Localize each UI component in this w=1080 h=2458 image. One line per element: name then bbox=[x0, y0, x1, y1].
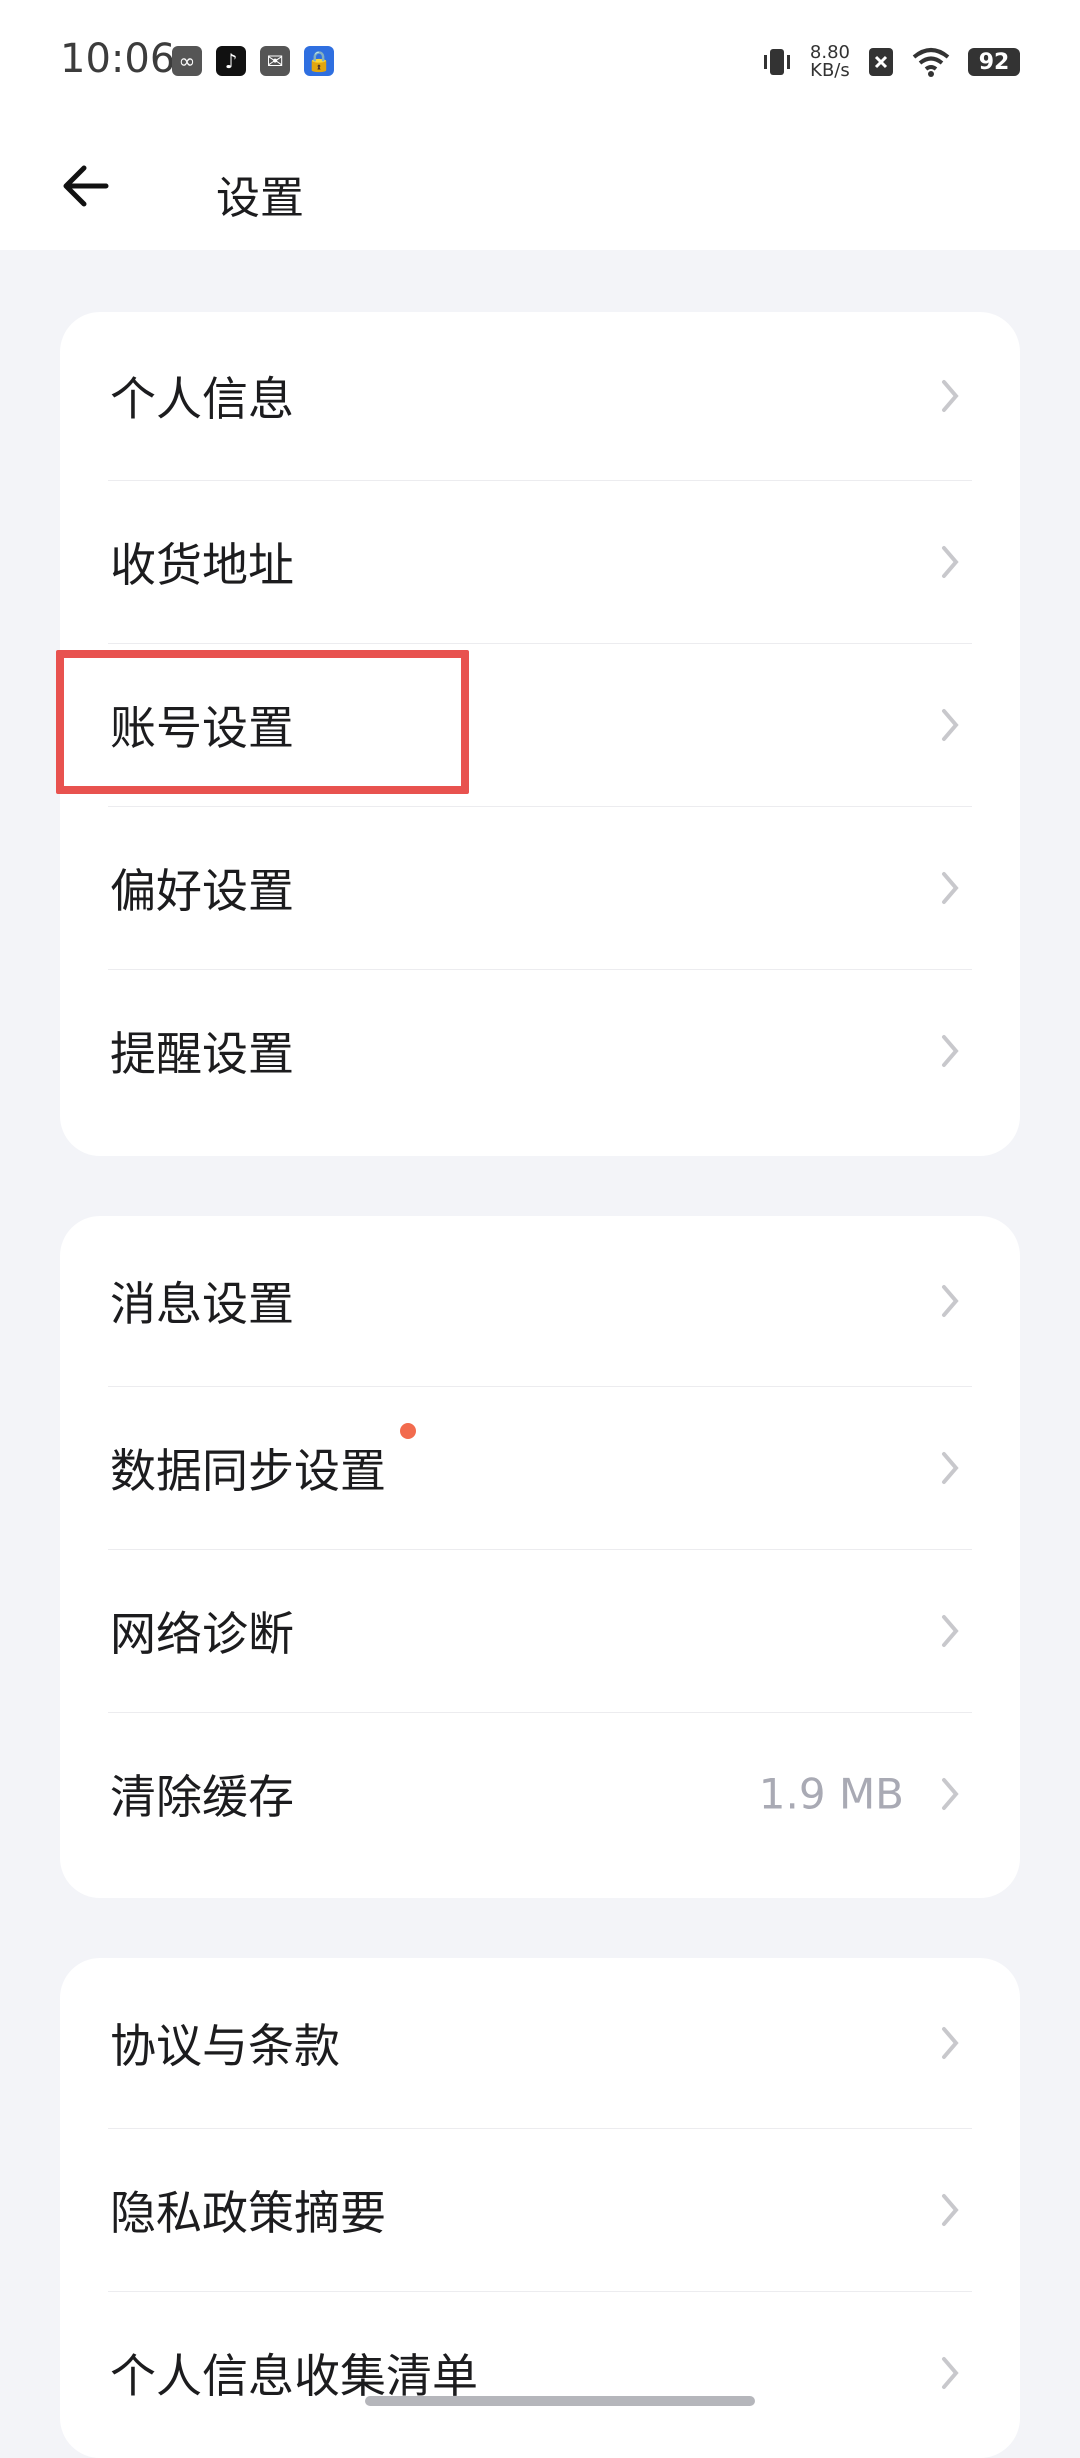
notification-dot bbox=[400, 1422, 416, 1439]
settings-group-legal: 协议与条款 隐私政策摘要 个人信息收集清单 bbox=[60, 1958, 1020, 2458]
chevron-right-icon bbox=[942, 1034, 959, 1067]
settings-item-label: 隐私政策摘要 bbox=[110, 2185, 386, 2240]
chevron-right-icon bbox=[942, 871, 959, 904]
chevron-right-icon bbox=[942, 1777, 959, 1810]
chevron-right-icon bbox=[942, 2193, 959, 2226]
status-app-icons: ∞ ♪ ✉ 🔒 bbox=[172, 46, 334, 76]
chevron-right-icon bbox=[942, 545, 959, 578]
chevron-right-icon bbox=[942, 380, 959, 412]
settings-item-clear-cache[interactable]: 清除缓存 1.9 MB bbox=[60, 1712, 1020, 1875]
settings-item-terms[interactable]: 协议与条款 bbox=[60, 1958, 1020, 2128]
settings-item-data-sync[interactable]: 数据同步设置 bbox=[60, 1386, 1020, 1549]
data-sync-label-text: 数据同步设置 bbox=[110, 1443, 386, 1498]
arrow-left-icon bbox=[63, 165, 109, 207]
status-time: 10:06 bbox=[60, 36, 176, 82]
highlight-box bbox=[56, 650, 469, 794]
settings-item-data-collection-list[interactable]: 个人信息收集清单 bbox=[60, 2291, 1020, 2454]
status-right: 8.80 KB/s 92 bbox=[762, 44, 1020, 80]
settings-item-message-settings[interactable]: 消息设置 bbox=[60, 1216, 1020, 1386]
chevron-right-icon bbox=[942, 1285, 959, 1317]
settings-item-label: 清除缓存 bbox=[110, 1769, 294, 1824]
settings-group-system: 消息设置 数据同步设置 网络诊断 清除缓存 1.9 MB bbox=[60, 1216, 1020, 1898]
tiktok-icon: ♪ bbox=[216, 46, 246, 76]
settings-item-personal-info[interactable]: 个人信息 bbox=[60, 312, 1020, 480]
network-speed: 8.80 KB/s bbox=[810, 44, 850, 80]
settings-item-shipping-address[interactable]: 收货地址 bbox=[60, 480, 1020, 643]
settings-item-label: 数据同步设置 bbox=[110, 1422, 416, 1501]
sim-blocked-icon bbox=[869, 48, 893, 76]
settings-item-privacy-summary[interactable]: 隐私政策摘要 bbox=[60, 2128, 1020, 2291]
chevron-right-icon bbox=[942, 708, 959, 741]
top-bar: 设置 bbox=[0, 128, 1080, 250]
mail-icon: ✉ bbox=[260, 46, 290, 76]
settings-item-label: 偏好设置 bbox=[110, 863, 294, 918]
wifi-icon bbox=[912, 48, 950, 77]
settings-item-label: 协议与条款 bbox=[110, 2019, 340, 2073]
settings-item-reminders[interactable]: 提醒设置 bbox=[60, 969, 1020, 1132]
status-bar: 10:06 ∞ ♪ ✉ 🔒 8.80 KB/s 92 bbox=[0, 0, 1080, 128]
cache-size-value: 1.9 MB bbox=[758, 1769, 904, 1818]
settings-item-preferences[interactable]: 偏好设置 bbox=[60, 806, 1020, 969]
page-title: 设置 bbox=[216, 173, 304, 224]
settings-item-label: 网络诊断 bbox=[110, 1606, 294, 1661]
home-indicator[interactable] bbox=[365, 2396, 755, 2406]
chevron-right-icon bbox=[942, 1451, 959, 1484]
settings-item-label: 消息设置 bbox=[110, 1277, 294, 1331]
net-speed-unit: KB/s bbox=[810, 60, 850, 81]
chevron-right-icon bbox=[942, 2356, 959, 2389]
back-button[interactable] bbox=[56, 156, 116, 216]
vibrate-icon bbox=[763, 49, 790, 75]
settings-item-label: 收货地址 bbox=[110, 537, 294, 592]
settings-item-network-diagnosis[interactable]: 网络诊断 bbox=[60, 1549, 1020, 1712]
battery-indicator: 92 bbox=[968, 48, 1020, 76]
lock-icon: 🔒 bbox=[304, 46, 334, 76]
settings-item-label: 提醒设置 bbox=[110, 1026, 294, 1081]
chevron-right-icon bbox=[942, 1614, 959, 1647]
chevron-right-icon bbox=[942, 2027, 959, 2059]
settings-item-label: 个人信息 bbox=[110, 372, 294, 426]
link-icon: ∞ bbox=[172, 46, 202, 76]
